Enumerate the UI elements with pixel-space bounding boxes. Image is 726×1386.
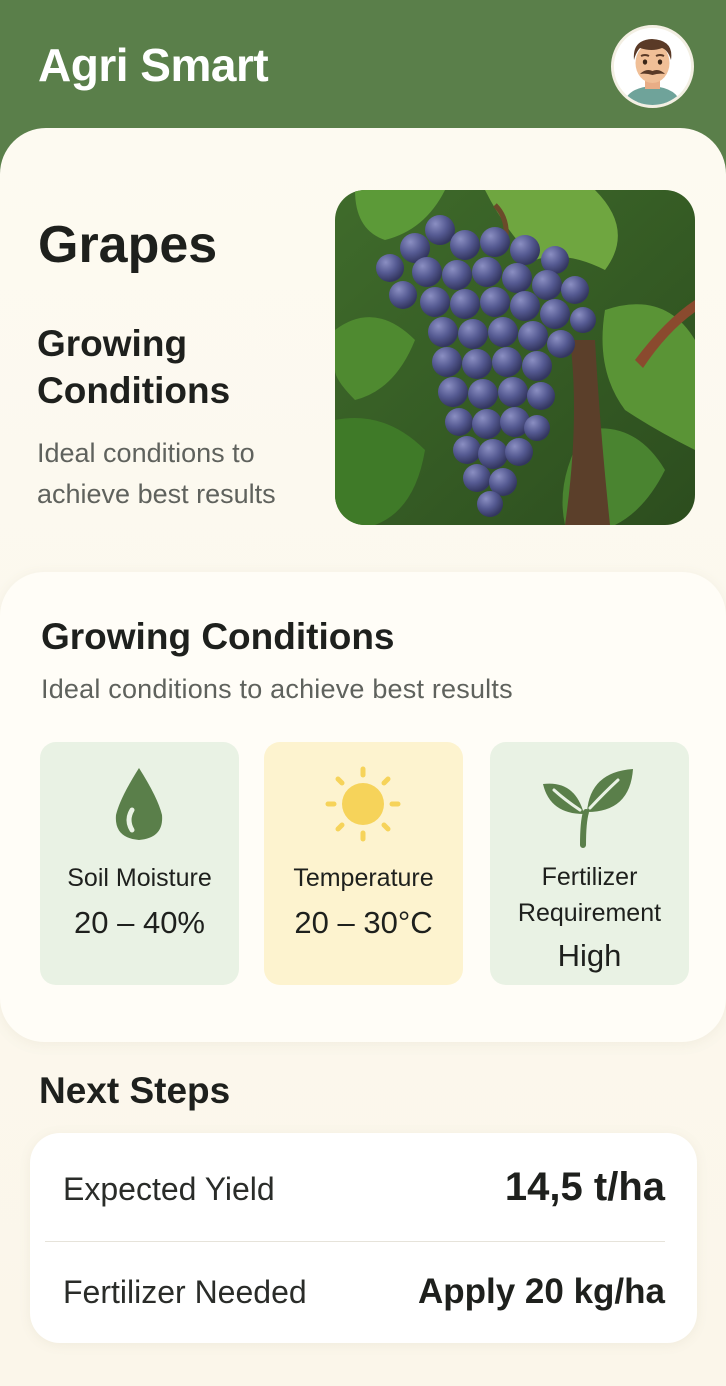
row-divider bbox=[45, 1241, 665, 1242]
sun-icon bbox=[264, 742, 463, 852]
step-label: Fertilizer Needed bbox=[63, 1274, 307, 1310]
step-value: Apply 20 kg/ha bbox=[417, 1272, 665, 1311]
metric-label: Soil Moisture bbox=[67, 864, 212, 892]
metric-value: 20 – 30°C bbox=[294, 905, 433, 940]
next-steps-title: Next Steps bbox=[39, 1070, 231, 1111]
metric-label: Fertilizer Requirement bbox=[517, 863, 662, 927]
user-avatar[interactable] bbox=[611, 25, 694, 108]
step-label: Expected Yield bbox=[63, 1171, 275, 1207]
metric-temperature[interactable]: Temperature 20 – 30°C bbox=[264, 742, 463, 985]
grapes-photo bbox=[335, 190, 695, 525]
metric-value: High bbox=[557, 938, 622, 973]
metric-label: Temperature bbox=[293, 864, 434, 892]
grapes-illustration bbox=[335, 190, 695, 525]
step-value: 14,5 t/ha bbox=[504, 1165, 665, 1209]
metric-soil-moisture[interactable]: Soil Moisture 20 – 40% bbox=[40, 742, 239, 985]
step-row-fertilizer-needed[interactable]: Fertilizer Needed Apply 20 kg/ha bbox=[30, 1246, 697, 1336]
app-title: Agri Smart bbox=[38, 39, 269, 91]
avatar-icon bbox=[614, 28, 691, 105]
conditions-title: Growing Conditions bbox=[41, 616, 395, 657]
hero-description: Ideal conditions to achieve best results bbox=[37, 438, 276, 509]
next-steps-card: Expected Yield 14,5 t/ha Fertilizer Need… bbox=[30, 1133, 697, 1343]
conditions-description: Ideal conditions to achieve best results bbox=[41, 674, 513, 704]
step-row-expected-yield[interactable]: Expected Yield 14,5 t/ha bbox=[30, 1145, 697, 1235]
hero-subtitle: Growing Conditions bbox=[37, 323, 231, 411]
app-header: Agri Smart bbox=[0, 0, 726, 140]
metric-fertilizer[interactable]: Fertilizer Requirement High bbox=[490, 742, 689, 985]
leaf-icon bbox=[490, 742, 689, 852]
water-drop-icon bbox=[40, 742, 239, 852]
crop-title: Grapes bbox=[38, 216, 218, 274]
metric-value: 20 – 40% bbox=[74, 905, 205, 940]
